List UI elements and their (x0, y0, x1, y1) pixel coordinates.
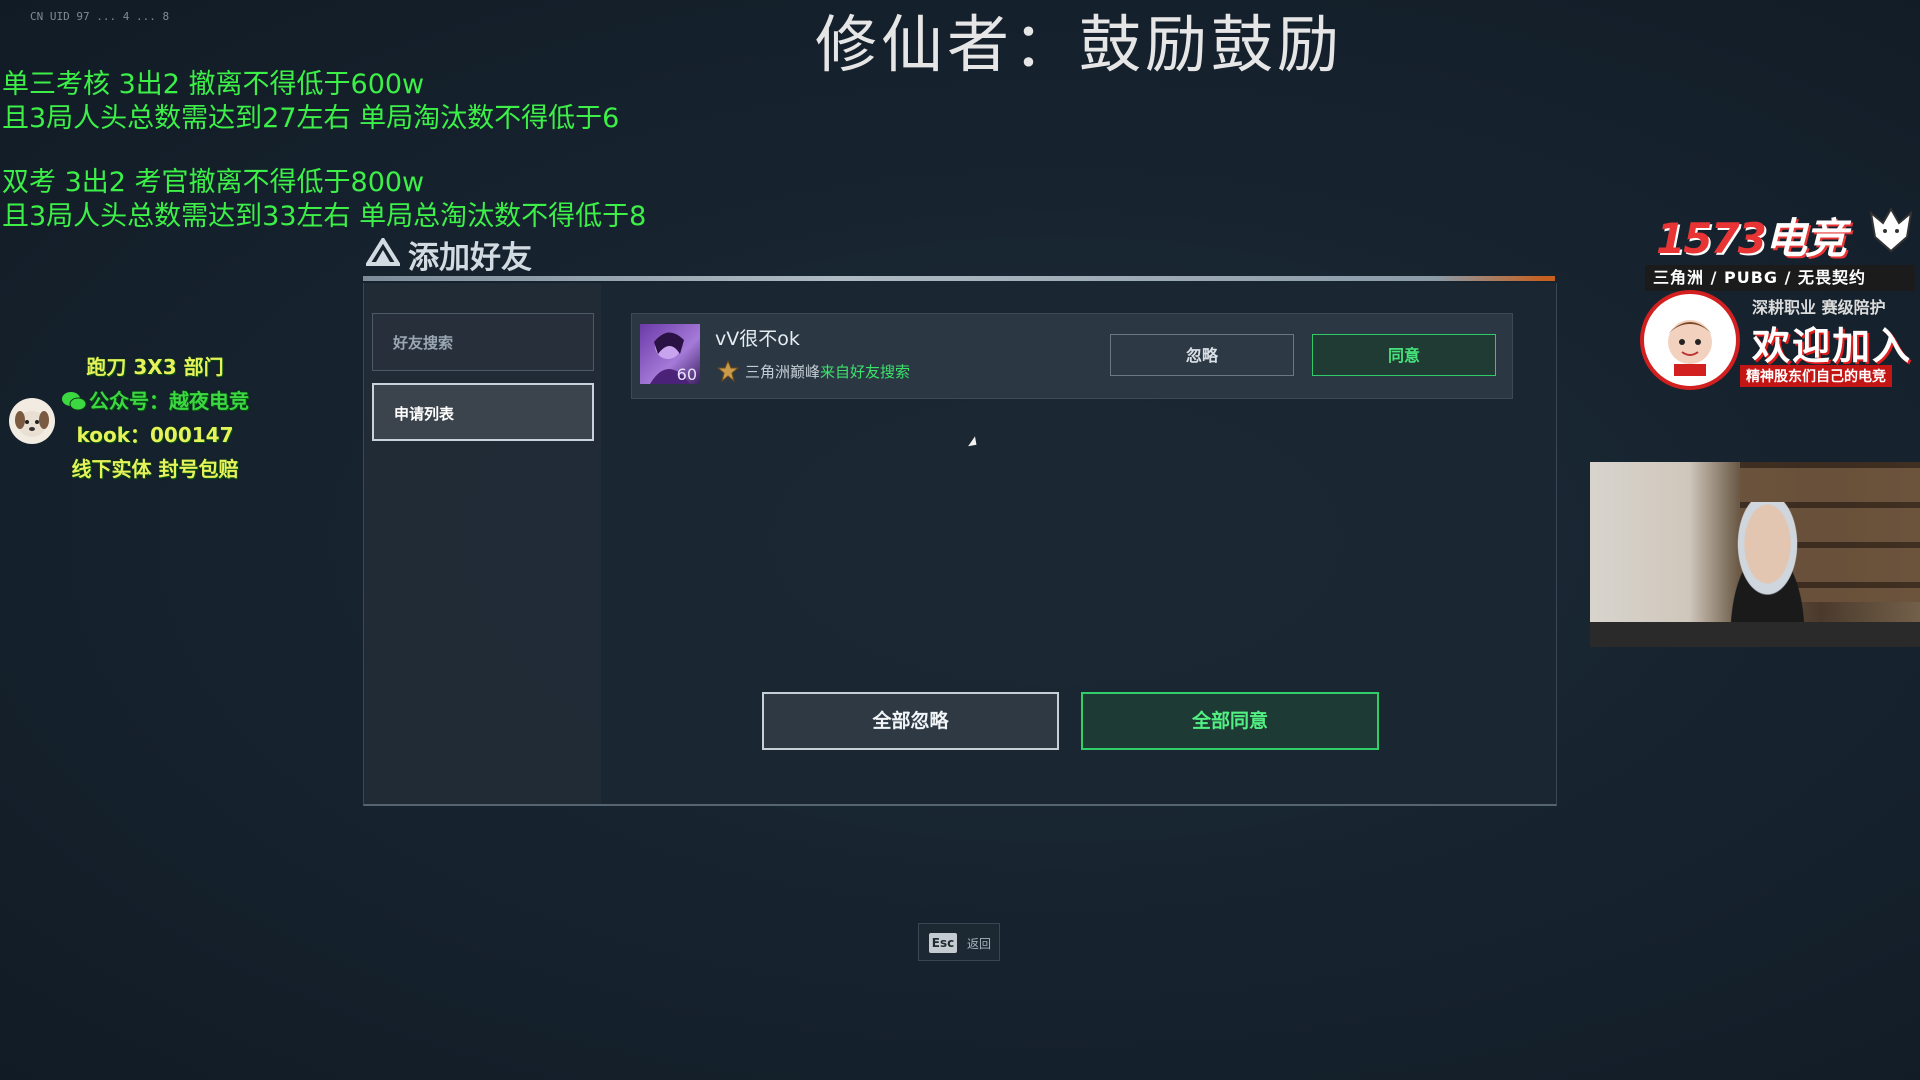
promo-wechat-text: 公众号：越夜电竞 (89, 389, 249, 413)
agree-all-button[interactable]: 全部同意 (1081, 692, 1379, 750)
title-divider (363, 276, 1555, 281)
webcam-desk (1590, 622, 1920, 647)
requester-level: 60 (676, 365, 697, 384)
requester-rank: 三角洲巅峰 (745, 363, 821, 381)
stream-rules-overlay: 单三考核 3出2 撤离不得低于600w 且3局人头总数需达到27左右 单局淘汰数不… (2, 0, 646, 268)
dialog-sidebar: 好友搜索 申请列表 (364, 283, 601, 804)
rule-line: 单三考核 3出2 撤离不得低于600w (2, 69, 425, 100)
club-games-line: 三角洲 / PUBG / 无畏契约 (1645, 265, 1915, 291)
sidebar-item-friend-search[interactable]: 好友搜索 (372, 313, 594, 371)
rule-line: 且3局人头总数需达到27左右 单局淘汰数不得低于6 (2, 103, 620, 134)
delta-logo-icon (366, 238, 400, 266)
promo-line-kook: kook：000147 (76, 423, 234, 447)
requester-rank-source: 三角洲巅峰来自好友搜索 (745, 361, 910, 382)
wechat-icon (61, 387, 87, 411)
agree-button[interactable]: 同意 (1312, 334, 1496, 376)
club-logo-number: 1573 (1656, 214, 1767, 263)
team-promo-left: 跑刀 3X3 部门 公众号：越夜电竞 kook：000147 线下实体 封号包赔 (50, 350, 260, 486)
club-logo-text: 1573电竞 (1656, 205, 1847, 266)
request-source: 来自好友搜索 (820, 363, 911, 381)
dialog-title: 添加好友 (408, 240, 532, 276)
promo-line-team: 跑刀 3X3 部门 (86, 355, 224, 379)
rank-badge-icon (717, 360, 739, 382)
promo-line-offline: 线下实体 封号包赔 (71, 457, 239, 481)
dog-avatar-icon (9, 398, 55, 444)
streamer-webcam (1590, 462, 1920, 647)
sidebar-item-request-list[interactable]: 申请列表 (372, 383, 594, 441)
streamer-figure (1710, 502, 1825, 642)
rule-line: 且3局人头总数需达到33左右 单局总淘汰数不得低于8 (2, 201, 647, 232)
promo-line-wechat: 公众号：越夜电竞 (50, 384, 260, 418)
ignore-all-button[interactable]: 全部忽略 (762, 692, 1059, 750)
rule-line: 双考 3出2 考官撤离不得低于800w (2, 167, 425, 198)
esc-back-hint[interactable]: Esc 返回 (918, 923, 1000, 961)
requester-name: vV很不ok (715, 328, 800, 350)
esc-key-icon: Esc (929, 933, 957, 953)
stream-uid-watermark: CN UID 97 ... 4 ... 8 (30, 10, 170, 23)
club-promo-banner: 1573电竞 三角洲 / PUBG / 无畏契约 深耕职业 赛级陪护 欢迎加入 … (1640, 195, 1920, 405)
change-the-game-badge-icon (1640, 290, 1740, 390)
back-label: 返回 (967, 937, 992, 951)
club-welcome: 欢迎加入 (1752, 324, 1913, 368)
ignore-button[interactable]: 忽略 (1110, 334, 1294, 376)
club-logo-word: 电竞 (1764, 214, 1847, 263)
requester-avatar[interactable]: 60 (640, 324, 700, 384)
club-motto: 精神股东们自己的电竞 (1740, 365, 1892, 387)
stream-headline: 修仙者：鼓励鼓励 (815, 8, 1344, 81)
wolf-logo-icon (1869, 206, 1913, 253)
friend-request-row: 60 vV很不ok 三角洲巅峰来自好友搜索 忽略 同意 (631, 313, 1513, 399)
